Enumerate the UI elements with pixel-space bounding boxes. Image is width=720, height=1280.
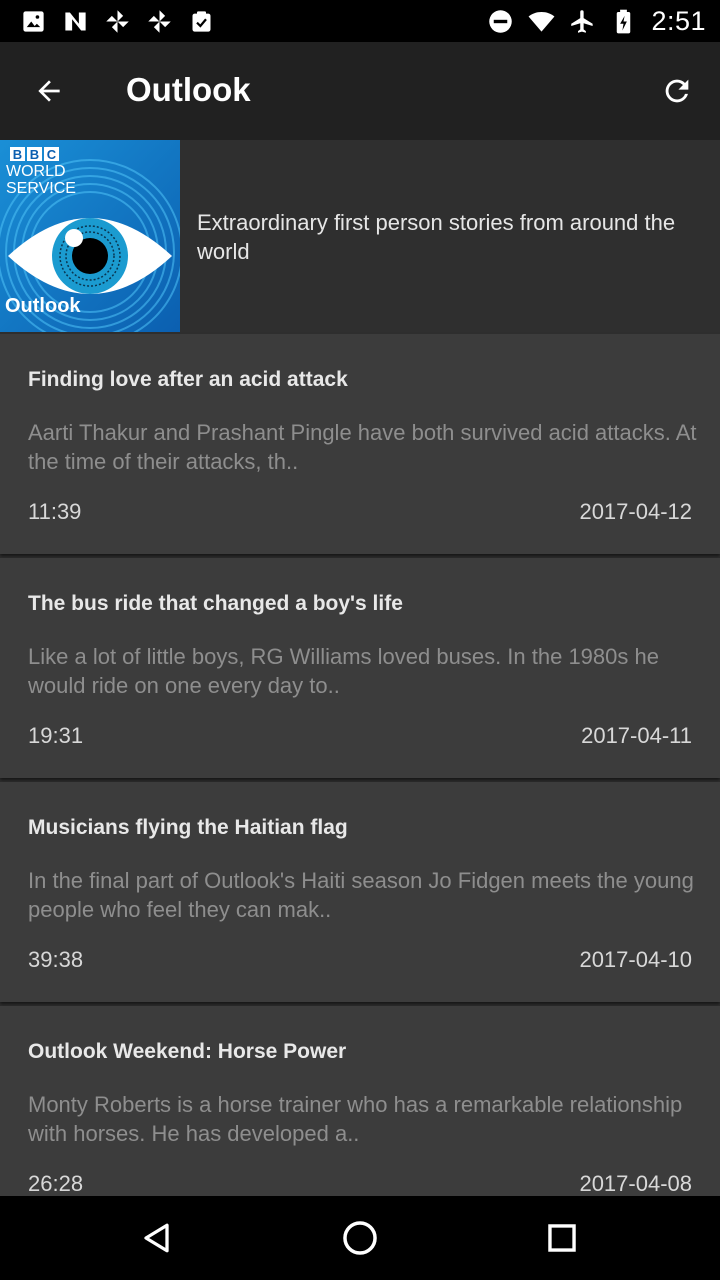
refresh-icon <box>665 79 689 103</box>
episode-description: Like a lot of little boys, RG Williams l… <box>28 644 659 698</box>
episode-date: 2017-04-10 <box>579 947 692 972</box>
episode-description: Monty Roberts is a horse trainer who has… <box>28 1092 683 1146</box>
svg-text:B: B <box>13 147 22 162</box>
episode-date: 2017-04-08 <box>579 1171 692 1196</box>
n-notification-icon <box>65 12 86 31</box>
episode-duration: 39:38 <box>28 947 84 972</box>
episode-date: 2017-04-12 <box>579 499 692 524</box>
status-time: 2:51 <box>651 6 706 36</box>
image-notification-icon <box>23 11 44 32</box>
episode-card[interactable]: Outlook Weekend: Horse Power Monty Rober… <box>0 1006 720 1196</box>
page-title: Outlook <box>126 71 251 108</box>
wifi-icon <box>529 11 555 32</box>
bbc-logo: B B C <box>10 147 59 162</box>
episode-duration: 11:39 <box>28 499 82 524</box>
status-bar: 2:51 <box>0 0 720 42</box>
episode-description: In the final part of Outlook's Haiti sea… <box>28 868 694 922</box>
nav-home-icon <box>343 1221 377 1255</box>
system-icons: 2:51 <box>487 6 706 37</box>
pinwheel-notification-icon <box>148 10 171 33</box>
episode-list[interactable]: Finding love after an acid attack Aarti … <box>0 332 720 1196</box>
app-bar: Outlook <box>0 42 720 140</box>
refresh-button[interactable] <box>650 64 704 118</box>
cover-title: Outlook <box>5 295 81 317</box>
arrow-back-icon <box>38 80 60 102</box>
podcast-description: Extraordinary first person stories from … <box>197 210 676 264</box>
svg-text:C: C <box>47 147 57 162</box>
nav-home-button[interactable] <box>336 1214 384 1262</box>
episode-description: Aarti Thakur and Prashant Pingle have bo… <box>28 420 697 474</box>
cover-brand-line2: WORLD <box>6 163 66 180</box>
episode-title: Finding love after an acid attack <box>28 368 348 391</box>
pinwheel-notification-icon <box>106 10 129 33</box>
episode-title: The bus ride that changed a boy's life <box>28 592 403 615</box>
notification-icons <box>20 8 215 35</box>
navigation-bar <box>0 1196 720 1280</box>
back-button[interactable] <box>22 64 76 118</box>
cover-brand-line3: SERVICE <box>6 180 76 197</box>
episode-card[interactable]: Musicians flying the Haitian flag In the… <box>0 782 720 1002</box>
episode-card[interactable]: The bus ride that changed a boy's life L… <box>0 558 720 778</box>
podcast-header: B B C WORLD SERVICE Outlook Extraordinar… <box>0 140 720 332</box>
nav-back-icon <box>144 1223 169 1253</box>
episode-date: 2017-04-11 <box>581 723 692 748</box>
nav-recents-button[interactable] <box>538 1214 586 1262</box>
episode-duration: 19:31 <box>28 723 84 748</box>
do-not-disturb-icon <box>489 10 513 33</box>
svg-text:B: B <box>30 147 39 162</box>
airplane-mode-icon <box>571 10 594 33</box>
episode-title: Outlook Weekend: Horse Power <box>28 1040 347 1063</box>
clipboard-check-notification-icon <box>192 11 211 32</box>
nav-back-button[interactable] <box>134 1214 182 1262</box>
episode-card[interactable]: Finding love after an acid attack Aarti … <box>0 334 720 554</box>
battery-icon <box>617 9 631 34</box>
nav-recents-icon <box>548 1224 576 1252</box>
podcast-cover-image: B B C WORLD SERVICE Outlook <box>0 140 180 332</box>
episode-title: Musicians flying the Haitian flag <box>28 816 348 839</box>
episode-duration: 26:28 <box>28 1171 84 1196</box>
